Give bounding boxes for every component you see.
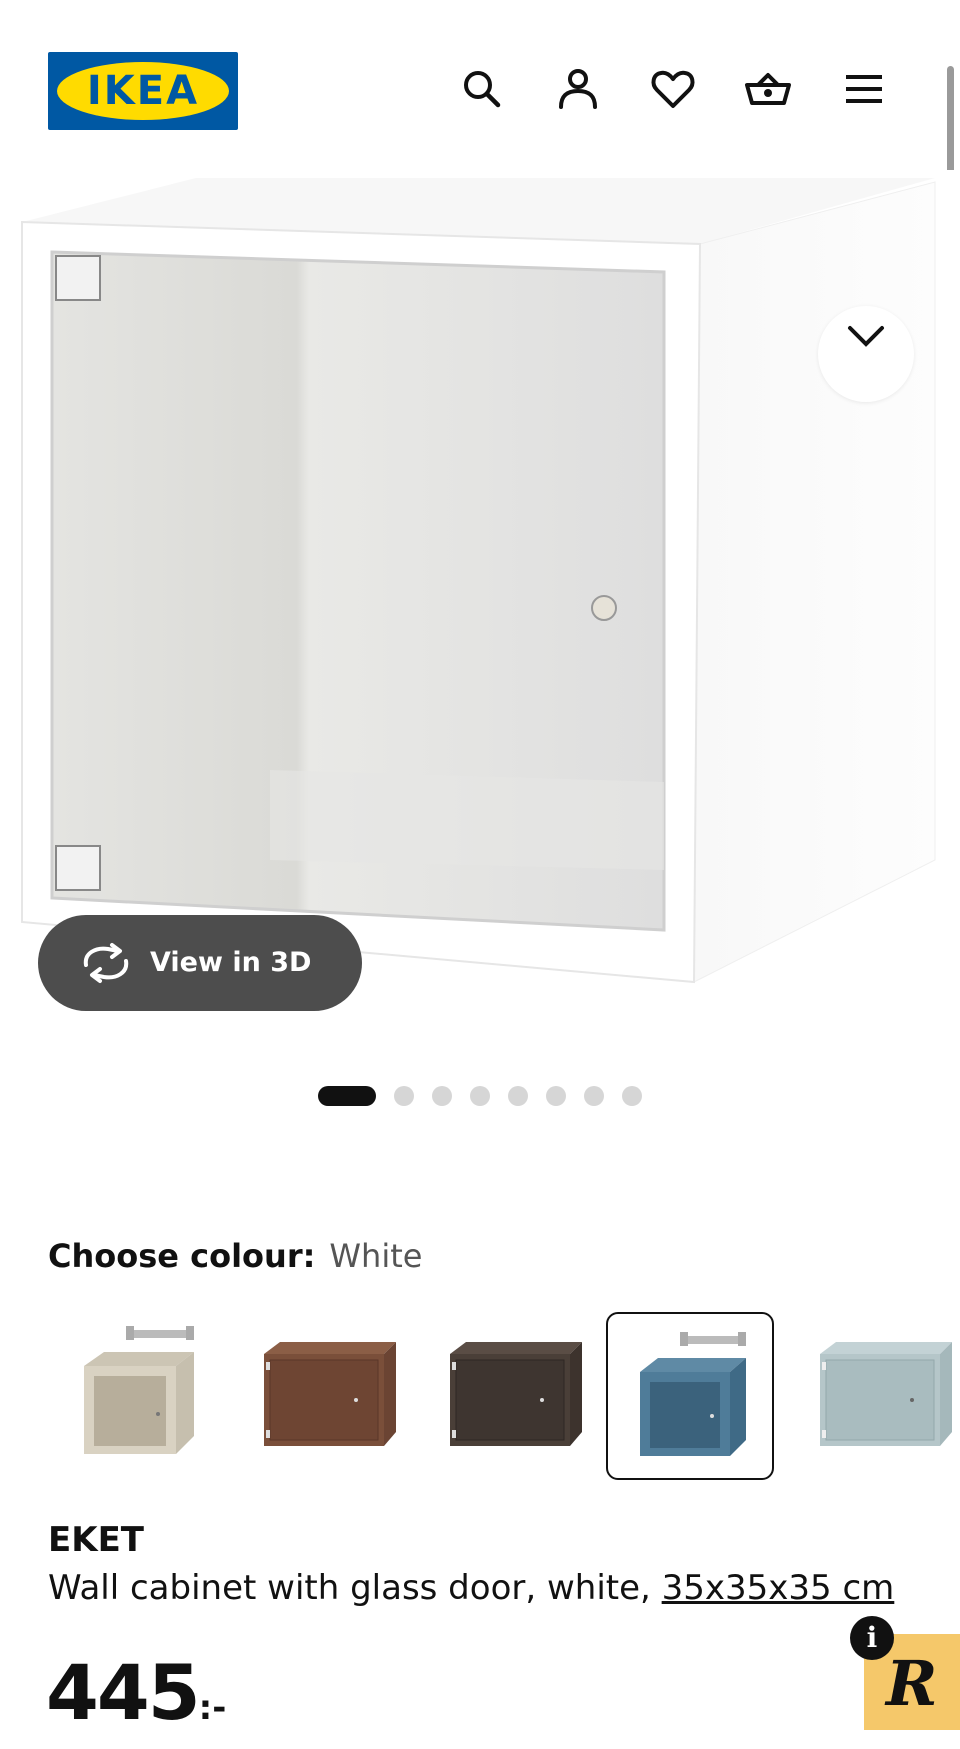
pagination-dot[interactable] <box>584 1086 604 1106</box>
product-name: EKET <box>48 1520 144 1560</box>
selected-colour: White <box>329 1237 423 1275</box>
pagination-dot-active[interactable] <box>318 1086 376 1106</box>
pagination-dot[interactable] <box>622 1086 642 1106</box>
logo-text: IKEA <box>86 68 200 114</box>
search-icon[interactable] <box>456 63 508 115</box>
rotate-3d-icon <box>83 943 129 983</box>
price-amount: 445 <box>46 1648 201 1737</box>
colour-swatch-beige[interactable] <box>58 1312 222 1476</box>
product-price: 445:- <box>46 1648 226 1738</box>
colour-chooser-header: Choose colour: White <box>48 1236 422 1276</box>
pagination-dot[interactable] <box>470 1086 490 1106</box>
pagination-dot[interactable] <box>546 1086 566 1106</box>
chevron-down-icon <box>848 326 884 347</box>
product-description-text: Wall cabinet with glass door, white, <box>48 1568 651 1608</box>
pagination-dot[interactable] <box>394 1086 414 1106</box>
heart-icon[interactable] <box>647 63 699 115</box>
save-favourite-button[interactable] <box>818 306 914 402</box>
badge-letter: R <box>886 1647 938 1720</box>
image-pagination <box>0 1084 960 1108</box>
colour-label: Choose colour: <box>48 1237 316 1275</box>
price-suffix: :- <box>198 1688 227 1728</box>
basket-icon[interactable] <box>742 63 794 115</box>
ikea-logo[interactable]: IKEA <box>48 52 238 130</box>
colour-swatch-dark-brown[interactable] <box>430 1312 594 1476</box>
product-description: Wall cabinet with glass door, white, 35x… <box>48 1566 894 1610</box>
menu-icon[interactable] <box>838 63 890 115</box>
product-size-link[interactable]: 35x35x35 cm <box>662 1568 895 1608</box>
view-in-3d-label: View in 3D <box>150 947 312 978</box>
colour-swatch-light-grey-blue[interactable] <box>800 1312 960 1476</box>
colour-swatch-blue[interactable] <box>606 1312 774 1480</box>
colour-swatch-walnut[interactable] <box>244 1312 408 1476</box>
pagination-dot[interactable] <box>508 1086 528 1106</box>
info-icon[interactable]: i <box>850 1616 894 1660</box>
view-in-3d-button[interactable]: View in 3D <box>38 915 362 1011</box>
profile-icon[interactable] <box>552 63 604 115</box>
top-header: IKEA <box>0 0 960 170</box>
pagination-dot[interactable] <box>432 1086 452 1106</box>
